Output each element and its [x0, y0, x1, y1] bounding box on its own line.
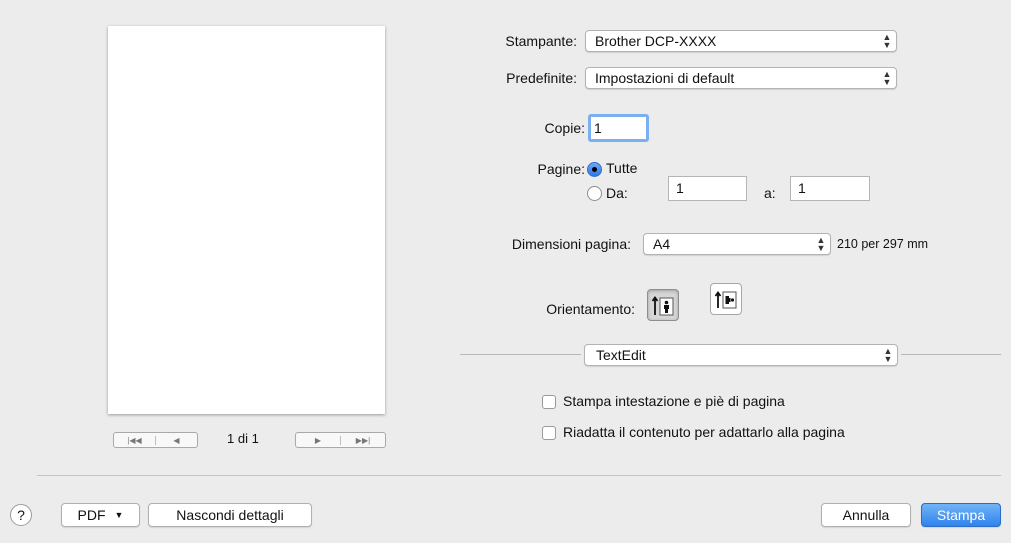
pdf-menu-button[interactable]: PDF ▼ [61, 503, 140, 527]
paper-size-label: Dimensioni pagina: [511, 236, 631, 252]
pdf-label: PDF [77, 507, 106, 523]
portrait-orientation-icon [651, 295, 674, 316]
paper-dimensions: 210 per 297 mm [837, 237, 929, 251]
section-divider-left [460, 354, 581, 355]
orientation-portrait-button[interactable] [647, 289, 679, 321]
printer-label: Stampante: [505, 33, 577, 49]
preview-forward-controls[interactable]: ▶ ▶▶| [295, 432, 386, 448]
first-page-icon[interactable]: |◀◀ [114, 436, 155, 445]
pages-range-radio[interactable] [587, 186, 602, 201]
pages-from-field[interactable]: 1 [668, 176, 747, 201]
cancel-button[interactable]: Annulla [821, 503, 911, 527]
copies-field[interactable]: 1 [588, 114, 649, 142]
pages-label: Pagine: [537, 161, 585, 177]
pages-all-label: Tutte [606, 160, 638, 176]
paper-size-popup[interactable]: A4 ▲ ▼ [643, 233, 831, 255]
chevron-down-icon: ▼ [114, 510, 124, 520]
orientation-landscape-button[interactable] [710, 283, 742, 315]
pages-to-label: a: [764, 185, 776, 201]
print-preview-page [108, 26, 385, 414]
presets-value: Impostazioni di default [595, 70, 735, 86]
previous-page-icon[interactable]: ◀ [155, 435, 197, 445]
section-menu-popup[interactable]: TextEdit ▲ ▼ [584, 344, 898, 366]
help-button[interactable]: ? [10, 504, 32, 526]
section-divider-right [901, 354, 1001, 355]
popup-arrows-icon: ▲ ▼ [816, 235, 826, 253]
hide-details-button[interactable]: Nascondi dettagli [148, 503, 312, 527]
paper-size-value: A4 [653, 236, 671, 252]
preview-back-controls[interactable]: |◀◀ ◀ [113, 432, 198, 448]
header-footer-checkbox[interactable] [542, 395, 556, 409]
popup-arrows-icon: ▲ ▼ [882, 32, 892, 50]
print-button[interactable]: Stampa [921, 503, 1001, 527]
help-icon: ? [17, 507, 25, 523]
next-page-icon[interactable]: ▶ [296, 436, 340, 445]
header-footer-label: Stampa intestazione e piè di pagina [563, 393, 785, 409]
rewrap-checkbox[interactable] [542, 426, 556, 440]
last-page-icon[interactable]: ▶▶| [340, 435, 385, 445]
landscape-orientation-icon [714, 290, 737, 309]
popup-arrows-icon: ▲ ▼ [883, 346, 893, 364]
pages-all-radio[interactable] [587, 162, 602, 177]
popup-arrows-icon: ▲ ▼ [882, 69, 892, 87]
pages-to-field[interactable]: 1 [790, 176, 870, 201]
pages-from-label: Da: [606, 185, 628, 201]
page-indicator: 1 di 1 [227, 431, 259, 446]
section-menu-value: TextEdit [596, 347, 646, 363]
rewrap-label: Riadatta il contenuto per adattarlo alla… [563, 424, 845, 440]
printer-popup[interactable]: Brother DCP-XXXX ▲ ▼ [585, 30, 897, 52]
footer-divider [37, 475, 1001, 476]
printer-value: Brother DCP-XXXX [595, 33, 717, 49]
orientation-label: Orientamento: [546, 301, 635, 317]
copies-label: Copie: [544, 120, 585, 136]
presets-popup[interactable]: Impostazioni di default ▲ ▼ [585, 67, 897, 89]
presets-label: Predefinite: [506, 70, 577, 86]
